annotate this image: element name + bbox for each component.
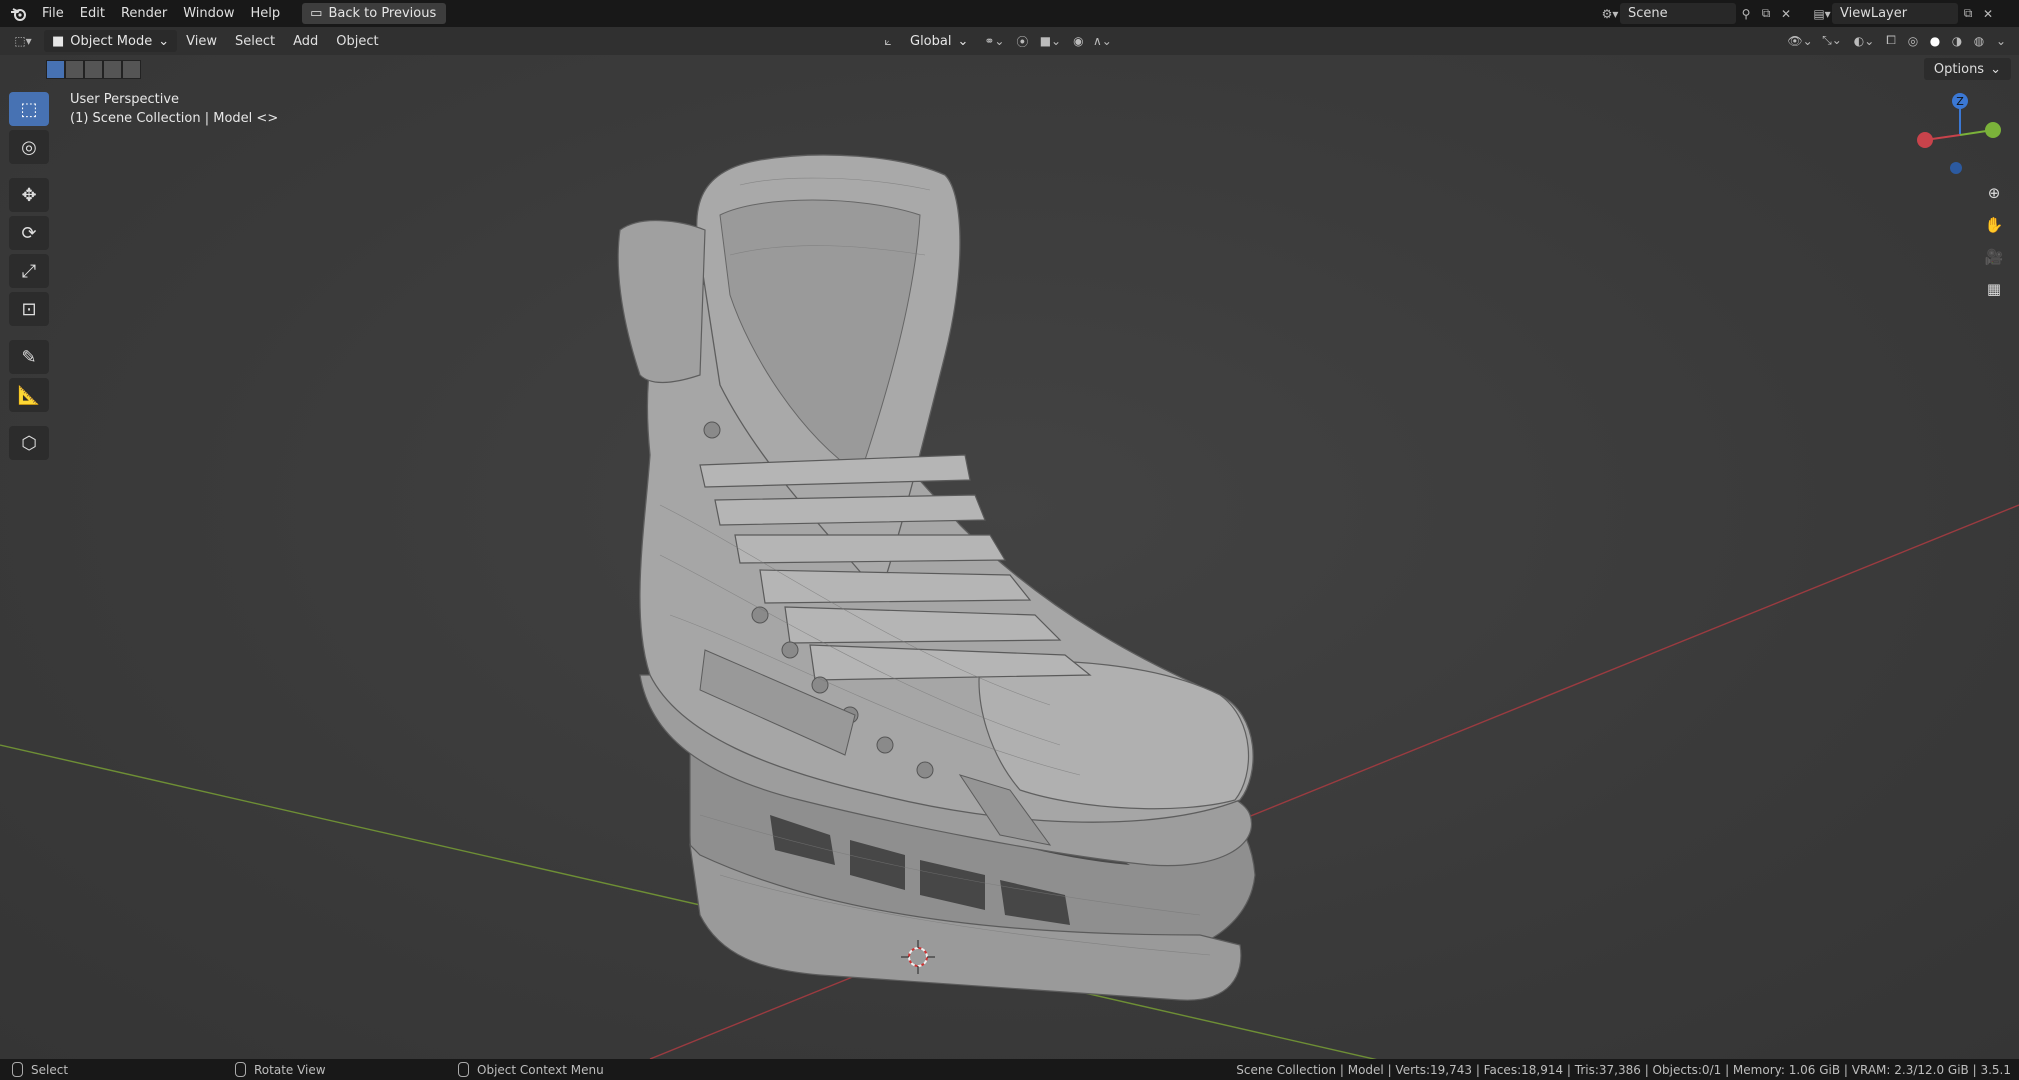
camera-icon[interactable]: 🎥 — [1981, 244, 2007, 270]
menu-render[interactable]: Render — [113, 6, 175, 21]
collection-label: (1) Scene Collection | Model <> — [70, 111, 279, 126]
scene-icon[interactable]: ⚙▾ — [1600, 3, 1620, 24]
ankle-padding — [617, 220, 706, 384]
status-context-label: Object Context Menu — [477, 1062, 604, 1077]
tool-settings-bar — [0, 55, 2019, 83]
selection-mode-group — [46, 59, 141, 79]
orientation-label: Global — [910, 33, 952, 49]
viewport-header: ⬚▾ ■ Object Mode ⌄ View Select Add Objec… — [0, 27, 2019, 55]
view-layer-selector: ▤▾ ViewLayer ⧉ ✕ — [1812, 3, 1998, 24]
grid-perspective-icon[interactable]: ▦ — [1981, 276, 2007, 302]
view-layer-name-field[interactable]: ViewLayer — [1832, 3, 1958, 24]
xray-icon[interactable]: ⧠ — [1881, 30, 1901, 51]
menu-view[interactable]: View — [177, 34, 226, 49]
menu-window[interactable]: Window — [175, 6, 242, 21]
pan-hand-icon[interactable]: ✋ — [1981, 212, 2007, 238]
zoom-icon[interactable]: ⊕ — [1981, 180, 2007, 206]
visibility-icon[interactable]: 👁⌄ — [1785, 30, 1815, 51]
scene-name-field[interactable]: Scene — [1620, 3, 1736, 24]
blender-logo-icon[interactable] — [8, 3, 30, 25]
screen-icon: ▭ — [310, 6, 323, 21]
y-axis-handle — [1985, 122, 2001, 138]
snap-target-icon[interactable]: ■⌄ — [1036, 31, 1064, 52]
select-new-icon[interactable] — [46, 59, 65, 79]
falloff-icon[interactable]: ∧⌄ — [1092, 31, 1112, 52]
top-bar: File Edit Render Window Help ▭ Back to P… — [0, 0, 2019, 27]
move-tool-icon[interactable]: ✥ — [9, 178, 49, 212]
measure-tool-icon[interactable]: 📐 — [9, 378, 49, 412]
mouse-left-icon — [12, 1062, 23, 1077]
chevron-down-icon: ⌄ — [957, 33, 969, 49]
close-view-layer-icon[interactable]: ✕ — [1978, 3, 1998, 24]
navigation-gizmo[interactable]: Z — [1915, 90, 2005, 180]
overlay-toggle-icon[interactable]: ◐⌄ — [1849, 30, 1879, 51]
back-to-previous-label: Back to Previous — [328, 6, 437, 21]
rotate-tool-icon[interactable]: ⟳ — [9, 216, 49, 250]
rendered-shading-icon[interactable]: ◍ — [1969, 30, 1989, 51]
gizmo-toggle-icon[interactable]: ⤡⌄ — [1817, 30, 1847, 51]
solid-shading-icon[interactable]: ● — [1925, 30, 1945, 51]
view-navigation-tools: ⊕ ✋ 🎥 ▦ — [1981, 180, 2007, 302]
menu-help[interactable]: Help — [243, 6, 289, 21]
annotate-tool-icon[interactable]: ✎ — [9, 340, 49, 374]
status-rotate-hint: Rotate View — [235, 1062, 326, 1077]
options-dropdown[interactable]: Options ⌄ — [1923, 58, 2011, 80]
shading-controls: 👁⌄ ⤡⌄ ◐⌄ ⧠ ◎ ● ◑ ◍ ⌄ — [1785, 30, 2011, 51]
z-axis-label: Z — [1956, 95, 1964, 108]
view-layer-icon[interactable]: ▤▾ — [1812, 3, 1832, 24]
wireframe-shading-icon[interactable]: ◎ — [1903, 30, 1923, 51]
add-cube-tool-icon[interactable]: ⬡ — [9, 426, 49, 460]
menu-add[interactable]: Add — [284, 34, 327, 49]
back-to-previous-button[interactable]: ▭ Back to Previous — [302, 3, 447, 24]
select-invert-icon[interactable] — [122, 59, 141, 79]
tool-shelf: ⬚ ◎ ✥ ⟳ ⤢ ⊡ ✎ 📐 ⬡ — [9, 92, 49, 460]
close-scene-icon[interactable]: ✕ — [1776, 3, 1796, 24]
menu-select[interactable]: Select — [226, 34, 284, 49]
viewport-info: User Perspective (1) Scene Collection | … — [70, 90, 278, 128]
scene-selector: ⚙▾ Scene ⚲ ⧉ ✕ — [1600, 3, 1796, 24]
viewport-scene — [0, 154, 2019, 1059]
status-bar: Select Rotate View Object Context Menu S… — [0, 1059, 2019, 1080]
new-scene-icon[interactable]: ⧉ — [1756, 3, 1776, 24]
chevron-down-icon: ⌄ — [1990, 61, 2001, 77]
orientation-icon: ⟀ — [884, 33, 892, 48]
mode-dropdown[interactable]: ■ Object Mode ⌄ — [44, 30, 178, 52]
material-shading-icon[interactable]: ◑ — [1947, 30, 1967, 51]
perspective-label: User Perspective — [70, 92, 180, 107]
status-select-hint: Select — [12, 1062, 68, 1077]
status-context-hint: Object Context Menu — [458, 1062, 604, 1077]
select-subtract-icon[interactable] — [84, 59, 103, 79]
status-rotate-label: Rotate View — [254, 1062, 326, 1077]
select-box-tool-icon[interactable]: ⬚ — [9, 92, 49, 126]
pivot-icon[interactable]: ⚭⌄ — [980, 31, 1008, 52]
proportional-edit-icon[interactable]: ◉ — [1068, 31, 1088, 52]
select-extend-icon[interactable] — [65, 59, 84, 79]
skate-toe-cap — [978, 660, 1250, 810]
chevron-down-icon: ⌄ — [158, 33, 170, 49]
transform-controls: ⟀ Global ⌄ ⚭⌄ ⦿ ■⌄ ◉ ∧⌄ — [878, 30, 1112, 52]
3d-viewport[interactable] — [0, 55, 2019, 1059]
neg-z-axis-handle — [1950, 162, 1962, 174]
options-label: Options — [1933, 61, 1985, 77]
scale-tool-icon[interactable]: ⤢ — [9, 254, 49, 288]
new-view-layer-icon[interactable]: ⧉ — [1958, 3, 1978, 24]
orientation-dropdown[interactable]: Global ⌄ — [902, 30, 976, 52]
scene-statistics: Scene Collection | Model | Verts:19,743 … — [1236, 1062, 2011, 1077]
select-intersect-icon[interactable] — [103, 59, 122, 79]
menu-object[interactable]: Object — [327, 34, 387, 49]
mouse-middle-icon — [235, 1062, 246, 1077]
snap-icon[interactable]: ⦿ — [1012, 31, 1032, 52]
menu-edit[interactable]: Edit — [72, 6, 113, 21]
editor-type-icon[interactable]: ⬚▾ — [8, 31, 38, 52]
menu-file[interactable]: File — [34, 6, 72, 21]
cursor-tool-icon[interactable]: ◎ — [9, 130, 49, 164]
shading-options-icon[interactable]: ⌄ — [1991, 30, 2011, 51]
mode-label: Object Mode — [70, 33, 153, 49]
status-select-label: Select — [31, 1062, 69, 1077]
x-axis-handle — [1917, 132, 1933, 148]
object-mode-icon: ■ — [52, 33, 65, 49]
transform-tool-icon[interactable]: ⊡ — [9, 292, 49, 326]
mouse-right-icon — [458, 1062, 469, 1077]
pin-icon[interactable]: ⚲ — [1736, 3, 1756, 24]
